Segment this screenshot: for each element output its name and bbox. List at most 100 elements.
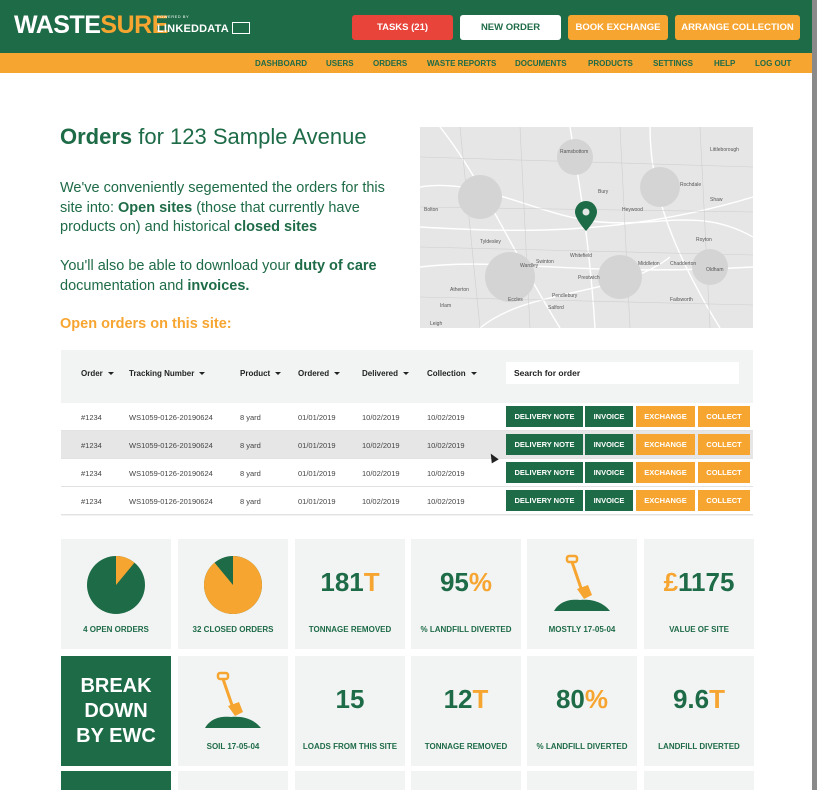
tile-closed-orders[interactable]: 32 CLOSED ORDERS	[178, 539, 288, 649]
cell-delivered: 10/02/2019	[362, 469, 400, 478]
caret-down-icon	[403, 372, 410, 376]
closed-orders-pie-icon	[204, 556, 262, 614]
tile-stub	[61, 771, 171, 790]
intro-paragraph: We've conveniently segemented the orders…	[60, 180, 385, 235]
tile-open-orders[interactable]: 4 OPEN ORDERS	[61, 539, 171, 649]
nav-orders[interactable]: ORDERS	[373, 59, 407, 68]
delivery-note-button[interactable]: DELIVERY NOTE	[506, 434, 583, 455]
nav-log-out[interactable]: LOG OUT	[755, 59, 791, 68]
delivery-note-button[interactable]: DELIVERY NOTE	[506, 406, 583, 427]
search-order-input[interactable]: Search for order	[506, 362, 739, 384]
col-product[interactable]: Product	[240, 369, 282, 378]
tile-landfill-diverted[interactable]: 95% % LANDFILL DIVERTED	[411, 539, 521, 649]
tile-stub	[411, 771, 521, 790]
collect-button[interactable]: COLLECT	[698, 490, 750, 511]
tile-value-of-site[interactable]: £1175 VALUE OF SITE	[644, 539, 754, 649]
exchange-button[interactable]: EXCHANGE	[636, 406, 695, 427]
collect-button[interactable]: COLLECT	[698, 462, 750, 483]
ewc-heading: BREAK DOWN BY EWC	[76, 675, 156, 747]
tile-stub	[295, 771, 405, 790]
map-label: Failsworth	[670, 297, 693, 303]
cell-tracking: WS1059-0126-20190624	[129, 497, 213, 506]
invoice-button[interactable]: INVOICE	[585, 434, 633, 455]
col-collection[interactable]: Collection	[427, 369, 477, 378]
table-row[interactable]: #1234 WS1059-0126-20190624 8 yard 01/01/…	[61, 403, 753, 431]
tile-label: TONNAGE REMOVED	[424, 742, 508, 751]
col-order[interactable]: Order	[81, 369, 114, 378]
map-label: Irlam	[440, 303, 452, 309]
col-tracking-number[interactable]: Tracking Number	[129, 369, 206, 378]
exchange-button[interactable]: EXCHANGE	[636, 462, 695, 483]
nav-waste-reports[interactable]: WASTE REPORTS	[427, 59, 496, 68]
cell-collection: 10/02/2019	[427, 413, 465, 422]
delivery-note-button[interactable]: DELIVERY NOTE	[506, 490, 583, 511]
nav-users[interactable]: USERS	[326, 59, 354, 68]
tile-landfill-diverted-ewc[interactable]: 80% % LANDFILL DIVERTED	[527, 656, 637, 766]
cell-tracking: WS1059-0126-20190624	[129, 413, 213, 422]
page-scrollbar[interactable]	[812, 0, 817, 790]
col-ordered[interactable]: Ordered	[298, 369, 341, 378]
cell-product: 8 yard	[240, 441, 261, 450]
wastesure-logo[interactable]: WASTESURE	[14, 11, 168, 40]
cell-collection: 10/02/2019	[427, 469, 465, 478]
map-pin-icon[interactable]	[575, 201, 597, 231]
cell-product: 8 yard	[240, 413, 261, 422]
caret-down-icon	[275, 372, 282, 376]
col-delivered[interactable]: Delivered	[362, 369, 410, 378]
collect-button[interactable]: COLLECT	[698, 434, 750, 455]
exchange-button[interactable]: EXCHANGE	[636, 490, 695, 511]
new-order-button[interactable]: NEW ORDER	[460, 15, 561, 40]
cell-order: #1234	[81, 413, 102, 422]
caret-down-icon	[470, 372, 477, 376]
exchange-button[interactable]: EXCHANGE	[636, 434, 695, 455]
cell-order: #1234	[81, 497, 102, 506]
map-label: Wardley	[520, 263, 539, 269]
nav-documents[interactable]: DOCUMENTS	[515, 59, 567, 68]
book-exchange-button[interactable]: BOOK EXCHANGE	[568, 15, 668, 40]
tile-mostly-ewc[interactable]: MOSTLY 17-05-04	[527, 539, 637, 649]
table-row[interactable]: #1234 WS1059-0126-20190624 8 yard 01/01/…	[61, 459, 753, 487]
site-map[interactable]: Ramsbottom Bury Heywood Bolton Rochdale …	[420, 127, 753, 328]
page-title: Orders for 123 Sample Avenue	[60, 124, 367, 149]
nav-dashboard[interactable]: DASHBOARD	[255, 59, 307, 68]
delivery-note-button[interactable]: DELIVERY NOTE	[506, 462, 583, 483]
map-label: Royton	[696, 237, 712, 243]
shovel-icon	[554, 554, 610, 611]
nav-products[interactable]: PRODUCTS	[588, 59, 633, 68]
tile-label: SOIL 17-05-04	[206, 742, 260, 751]
cell-collection: 10/02/2019	[427, 441, 465, 450]
cell-product: 8 yard	[240, 497, 261, 506]
map-label: Heywood	[622, 207, 643, 213]
invoice-button[interactable]: INVOICE	[585, 490, 633, 511]
tile-break-down-by-ewc[interactable]: BREAK DOWN BY EWC	[61, 656, 171, 766]
tile-soil-ewc[interactable]: SOIL 17-05-04	[178, 656, 288, 766]
cell-delivered: 10/02/2019	[362, 441, 400, 450]
tile-loads[interactable]: 15 LOADS FROM THIS SITE	[295, 656, 405, 766]
cell-ordered: 01/01/2019	[298, 441, 336, 450]
tile-label: 32 CLOSED ORDERS	[192, 625, 274, 634]
tile-label: 4 OPEN ORDERS	[83, 625, 149, 634]
nav-settings[interactable]: SETTINGS	[653, 59, 693, 68]
tile-tonnage-removed[interactable]: 181T TONNAGE REMOVED	[295, 539, 405, 649]
map-label: Littleborough	[710, 147, 739, 153]
nav-help[interactable]: HELP	[714, 59, 735, 68]
table-row[interactable]: #1234 WS1059-0126-20190624 8 yard 01/01/…	[61, 487, 753, 515]
tile-value: 181T	[320, 567, 380, 597]
tile-value: 9.6T	[672, 684, 726, 714]
tasks-button[interactable]: TASKS (21)	[352, 15, 453, 40]
tile-stub	[527, 771, 637, 790]
tile-tonnage-removed-ewc[interactable]: 12T TONNAGE REMOVED	[411, 656, 521, 766]
tile-label: % LANDFILL DIVERTED	[536, 742, 628, 751]
invoice-button[interactable]: INVOICE	[585, 462, 633, 483]
table-row[interactable]: #1234 WS1059-0126-20190624 8 yard 01/01/…	[61, 431, 753, 459]
map-label: Middleton	[638, 261, 660, 267]
tile-value: £1175	[663, 567, 735, 597]
invoice-button[interactable]: INVOICE	[585, 406, 633, 427]
caret-down-icon	[334, 372, 341, 376]
tile-landfill-diverted-tonnes[interactable]: 9.6T LANDFILL DIVERTED	[644, 656, 754, 766]
map-label: Bury	[598, 189, 609, 195]
tile-stub	[644, 771, 754, 790]
arrange-collection-button[interactable]: ARRANGE COLLECTION	[675, 15, 800, 40]
collect-button[interactable]: COLLECT	[698, 406, 750, 427]
tile-stub	[178, 771, 288, 790]
